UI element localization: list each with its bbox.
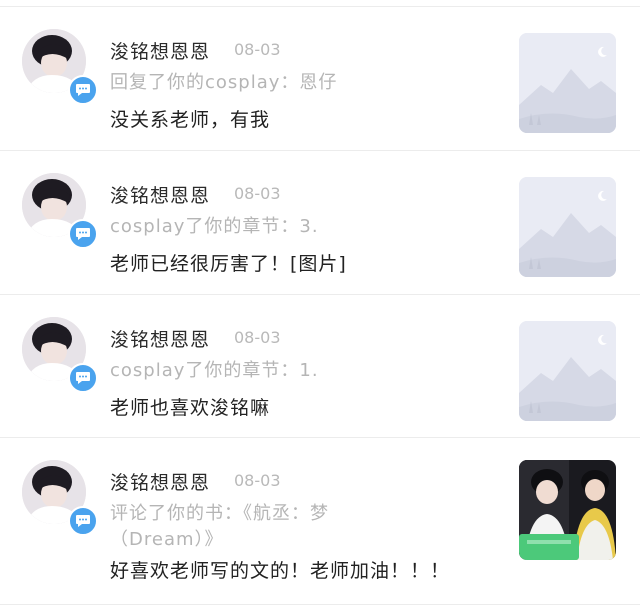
avatar[interactable] [22,29,98,105]
list-item[interactable]: 浚铭想恩恩 08-03 回复了你的cosplay：恩仔 没关系老师，有我 [0,7,640,150]
list-item[interactable]: 浚铭想恩恩 08-03 评论了你的书：《航丞：梦（Dream）》 好喜欢老师写的… [0,438,640,604]
message-text[interactable]: 没关系老师，有我 [110,105,500,132]
message-text[interactable]: 老师已经很厉害了！[图片] [110,249,500,276]
divider [0,604,640,605]
chat-bubble-icon [68,363,98,393]
list-item[interactable]: 浚铭想恩恩 08-03 cosplay了你的章节：1. 老师也喜欢浚铭嘛 [0,295,640,438]
book-cover-photo[interactable] [519,460,616,560]
message-text[interactable]: 老师也喜欢浚铭嘛 [110,393,500,420]
avatar[interactable] [22,173,98,249]
placeholder-image-icon[interactable] [519,177,616,277]
timestamp: 08-03 [234,40,281,59]
timestamp: 08-03 [234,471,281,490]
timestamp: 08-03 [234,328,281,347]
user-name[interactable]: 浚铭想恩恩 [110,181,210,208]
placeholder-image-icon[interactable] [519,33,616,133]
user-name[interactable]: 浚铭想恩恩 [110,468,210,495]
avatar[interactable] [22,460,98,536]
list-item[interactable]: 浚铭想恩恩 08-03 cosplay了你的章节：3. 老师已经很厉害了！[图片… [0,151,640,294]
user-name[interactable]: 浚铭想恩恩 [110,37,210,64]
chat-bubble-icon [68,506,98,536]
chat-bubble-icon [68,75,98,105]
reference-text[interactable]: cosplay了你的章节：3. [110,214,390,240]
message-text[interactable]: 好喜欢老师写的文的！老师加油！！！ [110,556,500,583]
user-name[interactable]: 浚铭想恩恩 [110,325,210,352]
notification-list: 浚铭想恩恩 08-03 回复了你的cosplay：恩仔 没关系老师，有我 浚铭想… [0,0,640,614]
timestamp: 08-03 [234,184,281,203]
chat-bubble-icon [68,219,98,249]
reference-text[interactable]: 评论了你的书：《航丞：梦（Dream）》 [110,501,390,553]
placeholder-image-icon[interactable] [519,321,616,421]
reference-text[interactable]: cosplay了你的章节：1. [110,358,390,384]
reference-text[interactable]: 回复了你的cosplay：恩仔 [110,70,390,96]
avatar[interactable] [22,317,98,393]
